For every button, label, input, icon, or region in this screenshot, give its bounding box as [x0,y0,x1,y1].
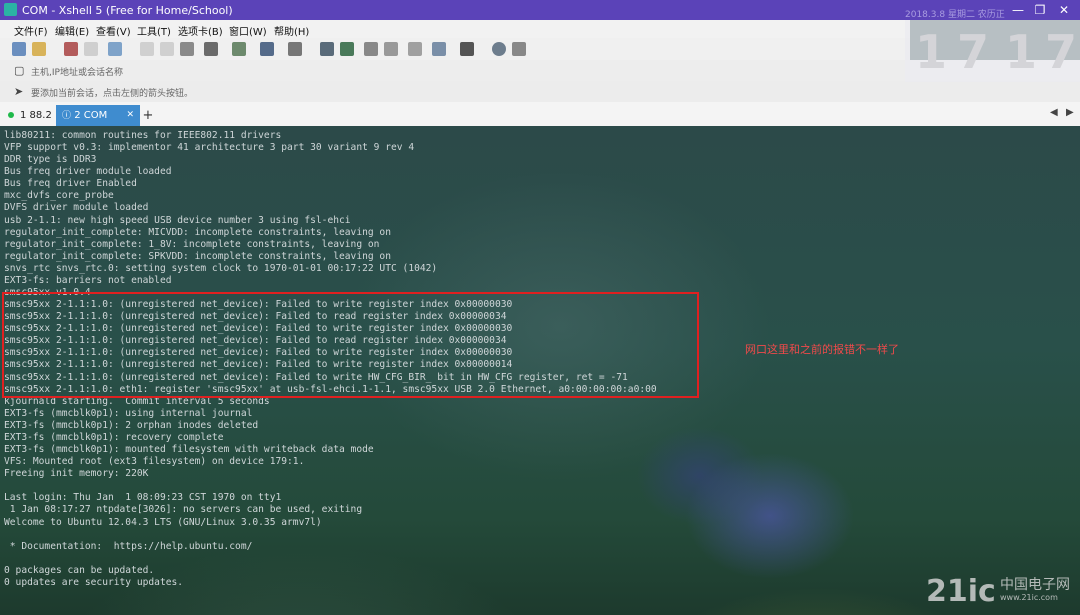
font-icon[interactable] [288,42,302,56]
disconnect-icon[interactable] [84,42,98,56]
reconnect-icon[interactable] [64,42,78,56]
chat-icon[interactable] [512,42,526,56]
fullscreen-icon[interactable] [364,42,378,56]
menu-help[interactable]: 帮助(H) [274,23,309,38]
tab-label: 1 88.2 [20,110,52,121]
clock-digit: 1 [915,25,948,79]
terminal-line: EXT3-fs (mmcblk0p1): mounted filesystem … [4,444,374,456]
terminal-line: EXT3-fs: barriers not enabled [4,274,172,286]
terminal-line: regulator_init_complete: 1_8V: incomplet… [4,238,380,250]
tab-label: 2 COM [74,110,108,121]
desktop-clock: 1 7 1 7 [905,20,1080,82]
terminal-line: snvs_rtc snvs_rtc.0: setting system cloc… [4,262,438,274]
terminal-line: EXT3-fs (mmcblk0p1): 2 orphan inodes del… [4,419,259,431]
terminal-line: lib80211: common routines for IEEE802.11… [4,130,282,141]
terminal-line: EXT3-fs (mmcblk0p1): recovery complete [4,431,224,443]
window-title: COM - Xshell 5 (Free for Home/School) [22,4,233,17]
paste-icon[interactable] [160,42,174,56]
find-icon[interactable] [180,42,194,56]
tab-scroll-right-icon[interactable]: ▶ [1066,107,1074,118]
toolbar [0,38,910,61]
terminal-line: regulator_init_complete: SPKVDD: incompl… [4,250,391,262]
terminal-line: DDR type is DDR3 [4,154,97,166]
terminal-line: mxc_dvfs_core_probe [4,190,114,202]
terminal-line: Last login: Thu Jan 1 08:09:23 CST 1970 … [4,492,282,504]
print-icon[interactable] [204,42,218,56]
terminal-line: DVFS driver module loaded [4,202,149,214]
terminal-line: 0 updates are security updates. [4,576,184,588]
layout-icon[interactable] [460,42,474,56]
tab-session-2[interactable]: ⓘ 2 COM ✕ [56,105,140,126]
menu-file[interactable]: 文件(F) [14,23,48,38]
terminal-line: Freeing init memory: 220K [4,468,149,480]
terminal-line: 1 Jan 08:17:27 ntpdate[3026]: no servers… [4,504,363,516]
terminal-line: EXT3-fs (mmcblk0p1): using internal jour… [4,407,253,419]
title-bar: COM - Xshell 5 (Free for Home/School) 20… [0,0,1080,20]
transfer-icon[interactable] [232,42,246,56]
menu-bar: 文件(F) 编辑(E) 查看(V) 工具(T) 选项卡(B) 窗口(W) 帮助(… [0,20,910,38]
terminal-line: regulator_init_complete: MICVDD: incompl… [4,226,391,238]
terminal-line: VFP support v0.3: implementor 41 archite… [4,142,415,154]
clock-digit: 7 [957,25,990,79]
copy-icon[interactable] [140,42,154,56]
tab-session-1[interactable]: 1 88.2 [2,105,54,126]
menu-tools[interactable]: 工具(T) [137,23,171,38]
tab-bar: 1 88.2 ⓘ 2 COM ✕ + ◀ ▶ [0,102,1080,126]
watermark-logo: 21ic [926,574,996,609]
connected-status-icon [8,112,14,118]
close-icon[interactable]: ✕ [1054,2,1074,18]
terminal-line: usb 2-1.1: new high speed USB device num… [4,214,351,226]
script-icon[interactable] [340,42,354,56]
keyboard-icon[interactable] [408,42,422,56]
highlight-box [2,292,699,398]
menu-view[interactable]: 查看(V) [96,23,131,38]
menu-tabs[interactable]: 选项卡(B) [178,23,223,38]
address-input[interactable]: 主机,IP地址或会话名称 [31,65,123,78]
xftp-icon[interactable] [320,42,334,56]
watermark-url: www.21ic.com [1000,593,1058,602]
help-icon[interactable] [492,42,506,56]
session-arrow-icon[interactable]: ➤ [14,85,23,98]
terminal-line: Welcome to Ubuntu 12.04.3 LTS (GNU/Linux… [4,516,322,528]
menu-edit[interactable]: 编辑(E) [55,23,89,38]
terminal-line: * Documentation: https://help.ubuntu.com… [4,540,253,552]
menu-window[interactable]: 窗口(W) [229,23,267,38]
xshell-app-icon [4,3,17,16]
terminal-line: Bus freq driver module loaded [4,166,172,178]
terminal-area[interactable]: lib80211: common routines for IEEE802.11… [0,126,1080,615]
hint-text: 要添加当前会话，点击左侧的箭头按钮。 [31,89,194,99]
watermark-cn: 中国电子网 [1000,577,1070,593]
add-tab-button[interactable]: + [141,105,155,126]
restore-icon[interactable]: ❐ [1030,2,1050,18]
properties-icon[interactable] [108,42,122,56]
hint-bar: ➤ 要添加当前会话，点击左侧的箭头按钮。 [0,81,1080,103]
tab-scroll-left-icon[interactable]: ◀ [1050,107,1058,118]
clock-digit: 7 [1045,25,1078,79]
minimize-icon[interactable]: — [1008,2,1028,18]
open-folder-icon[interactable] [32,42,46,56]
new-tab-icon[interactable] [432,42,446,56]
new-session-icon[interactable] [12,42,26,56]
date-display: 2018.3.8 星期二 农历正 [905,10,1005,20]
info-icon: ⓘ [62,111,72,121]
terminal-line: 0 packages can be updated. [4,564,155,576]
annotation-note: 网口这里和之前的报错不一样了 [745,343,899,356]
clock-digit: 1 [1005,25,1038,79]
globe-icon[interactable] [260,42,274,56]
lock-icon[interactable] [384,42,398,56]
terminal-line: VFS: Mounted root (ext3 filesystem) on d… [4,456,305,468]
bookmark-icon[interactable]: ▢ [14,64,24,77]
terminal-line: Bus freq driver Enabled [4,178,137,190]
tab-close-icon[interactable]: ✕ [126,105,134,126]
